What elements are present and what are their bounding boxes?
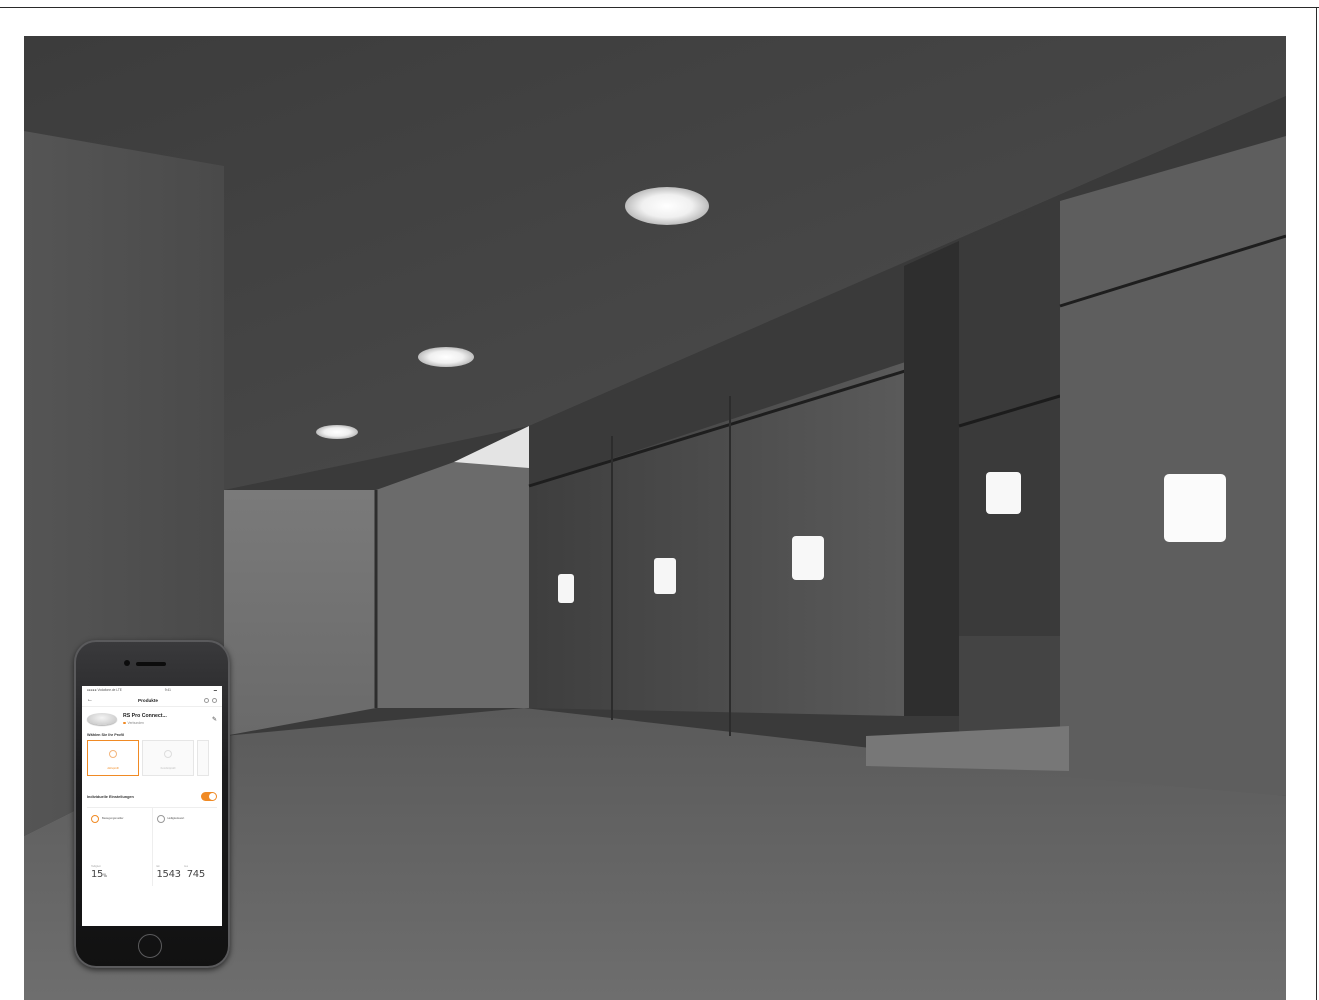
ceiling-light-icon bbox=[625, 187, 709, 225]
profile-icon bbox=[109, 750, 117, 758]
individual-settings-row: Individuelle Einstellungen bbox=[82, 776, 222, 807]
home-button[interactable] bbox=[138, 934, 162, 958]
front-camera bbox=[124, 660, 130, 666]
motion-sensor-setting[interactable]: Bewegungsmelder Helligkeit 15% bbox=[87, 808, 152, 886]
clock-label: 9:41 bbox=[164, 688, 171, 692]
profile-label: Komfortprofil bbox=[160, 767, 176, 770]
page-title: Produkte bbox=[138, 697, 158, 703]
battery-icon: ▬ bbox=[213, 688, 217, 692]
product-card[interactable]: RS Pro Connect... Verbunden ✎ bbox=[82, 707, 222, 729]
nav-actions bbox=[199, 697, 217, 703]
on-caption: Ein bbox=[156, 865, 160, 868]
setting-value: 15% bbox=[91, 869, 107, 880]
ceiling-light-thumbnail bbox=[87, 713, 117, 725]
app-screen: ●●●●● Vodafone.de LTE 9:41 ▬ ← Produkte … bbox=[82, 686, 222, 926]
brightness-percent-value: 15 bbox=[91, 869, 104, 880]
wall-light-icon bbox=[558, 574, 574, 603]
product-name: RS Pro Connect... bbox=[123, 713, 167, 719]
connection-status: Verbunden bbox=[123, 721, 212, 725]
individual-settings-toggle[interactable] bbox=[201, 792, 217, 801]
gear-icon[interactable] bbox=[212, 697, 217, 703]
brightness-setting[interactable]: Helligkeitswert Ein Aus 1543 745 bbox=[151, 808, 218, 886]
sun-icon bbox=[156, 815, 165, 823]
percent-unit: % bbox=[103, 873, 107, 878]
setting-name: Helligkeitswert bbox=[167, 817, 185, 820]
off-caption: Aus bbox=[183, 865, 189, 868]
setting-name: Bewegungsmelder bbox=[102, 817, 124, 820]
pencil-icon[interactable]: ✎ bbox=[212, 716, 217, 723]
profile-card-more[interactable] bbox=[197, 740, 209, 776]
eye-icon[interactable] bbox=[204, 697, 209, 703]
motion-sensor-icon bbox=[91, 815, 99, 823]
setting-values: 1543 745 bbox=[156, 869, 206, 880]
toggle-knob bbox=[209, 793, 216, 800]
smartphone: ●●●●● Vodafone.de LTE 9:41 ▬ ← Produkte … bbox=[74, 640, 230, 968]
profile-label: Aktivprofil bbox=[107, 767, 119, 770]
status-bar: ●●●●● Vodafone.de LTE 9:41 ▬ bbox=[82, 686, 222, 694]
product-info: RS Pro Connect... Verbunden bbox=[123, 713, 212, 725]
profile-list: Aktivprofil Komfortprofil bbox=[82, 740, 222, 776]
on-value: 1543 bbox=[156, 869, 182, 880]
toggle-label: Individuelle Einstellungen bbox=[87, 794, 134, 799]
carrier-label: ●●●●● Vodafone.de LTE bbox=[87, 688, 122, 692]
profile-icon bbox=[164, 750, 172, 758]
status-dot-icon bbox=[123, 721, 126, 724]
status-text: Verbunden bbox=[127, 721, 144, 725]
right-border-line bbox=[1316, 7, 1317, 1000]
phone-speaker bbox=[136, 662, 166, 666]
profile-card-active[interactable]: Aktivprofil bbox=[87, 740, 139, 776]
off-value: 745 bbox=[186, 869, 205, 880]
profile-card-comfort[interactable]: Komfortprofil bbox=[142, 740, 194, 776]
setting-caption: Helligkeit bbox=[91, 865, 101, 868]
top-border-line bbox=[0, 7, 1319, 8]
setting-captions: Ein Aus bbox=[157, 865, 189, 868]
app-navbar: ← Produkte bbox=[82, 694, 222, 707]
back-button[interactable]: ← bbox=[87, 697, 97, 703]
profile-section-label: Wählen Sie Ihr Profil bbox=[87, 733, 124, 737]
settings-grid: Bewegungsmelder Helligkeit 15% Helligkei… bbox=[87, 807, 217, 886]
